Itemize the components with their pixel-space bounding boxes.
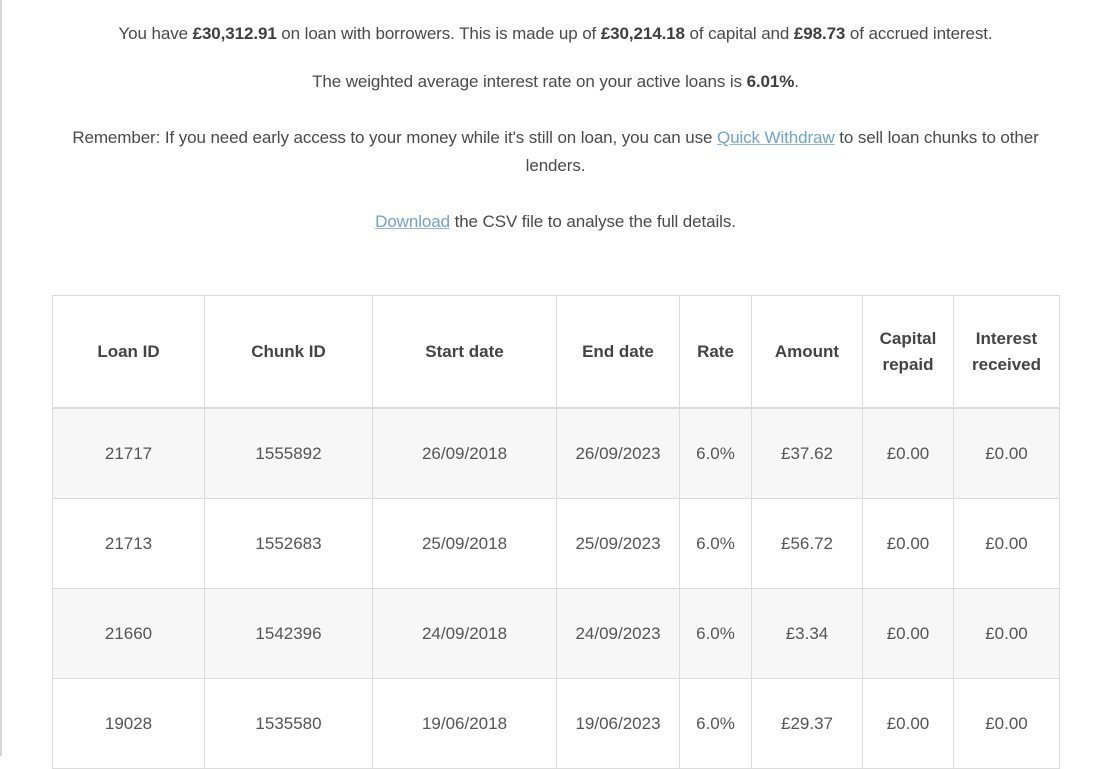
summary-text: of accrued interest. bbox=[845, 24, 993, 43]
cell-capital-repaid: £0.00 bbox=[862, 498, 954, 589]
page-left-border bbox=[0, 0, 2, 756]
cell-loan-id: 19028 bbox=[52, 678, 205, 769]
header-capital-repaid[interactable]: Capital repaid bbox=[862, 295, 954, 409]
accrued-interest-value: £98.73 bbox=[793, 24, 846, 43]
cell-interest-received: £0.00 bbox=[953, 588, 1060, 679]
cell-rate: 6.0% bbox=[679, 407, 752, 499]
cell-amount: £37.62 bbox=[751, 407, 863, 499]
summary-text: You have bbox=[118, 24, 193, 43]
summary-text: on loan with borrowers. This is made up … bbox=[276, 24, 601, 43]
cell-start-date: 24/09/2018 bbox=[372, 588, 557, 679]
quick-withdraw-reminder: Remember: If you need early access to yo… bbox=[44, 124, 1067, 180]
header-chunk-id[interactable]: Chunk ID bbox=[204, 295, 373, 409]
cell-interest-received: £0.00 bbox=[953, 678, 1060, 769]
csv-download-note: Download the CSV file to analyse the ful… bbox=[52, 208, 1059, 236]
cell-rate: 6.0% bbox=[679, 678, 752, 769]
cell-chunk-id: 1535580 bbox=[204, 678, 373, 769]
cell-loan-id: 21713 bbox=[52, 498, 205, 589]
quick-withdraw-link[interactable]: Quick Withdraw bbox=[717, 128, 835, 147]
rate-text: The weighted average interest rate on yo… bbox=[312, 72, 747, 91]
table-row: 21713 1552683 25/09/2018 25/09/2023 6.0%… bbox=[52, 498, 1060, 589]
header-interest-received[interactable]: Interest received bbox=[953, 295, 1060, 409]
cell-chunk-id: 1555892 bbox=[204, 407, 373, 499]
cell-capital-repaid: £0.00 bbox=[862, 678, 954, 769]
cell-start-date: 25/09/2018 bbox=[372, 498, 557, 589]
summary-text: of capital and bbox=[684, 24, 794, 43]
reminder-text: Remember: If you need early access to yo… bbox=[72, 128, 717, 147]
cell-amount: £56.72 bbox=[751, 498, 863, 589]
cell-end-date: 26/09/2023 bbox=[556, 407, 680, 499]
header-start-date[interactable]: Start date bbox=[372, 295, 557, 409]
capital-value: £30,214.18 bbox=[600, 24, 685, 43]
cell-end-date: 24/09/2023 bbox=[556, 588, 680, 679]
loans-table: Loan ID Chunk ID Start date End date Rat… bbox=[52, 295, 1060, 769]
cell-capital-repaid: £0.00 bbox=[862, 588, 954, 679]
cell-loan-id: 21660 bbox=[52, 588, 205, 679]
cell-loan-id: 21717 bbox=[52, 407, 205, 499]
weighted-rate-value: 6.01% bbox=[746, 72, 795, 91]
cell-chunk-id: 1542396 bbox=[204, 588, 373, 679]
cell-start-date: 26/09/2018 bbox=[372, 407, 557, 499]
header-amount[interactable]: Amount bbox=[751, 295, 863, 409]
rate-text: . bbox=[794, 72, 799, 91]
cell-rate: 6.0% bbox=[679, 588, 752, 679]
weighted-rate-summary: The weighted average interest rate on yo… bbox=[52, 68, 1059, 96]
total-on-loan-value: £30,312.91 bbox=[192, 24, 277, 43]
loan-total-summary: You have £30,312.91 on loan with borrowe… bbox=[52, 20, 1059, 48]
table-row: 21660 1542396 24/09/2018 24/09/2023 6.0%… bbox=[52, 588, 1060, 679]
header-loan-id[interactable]: Loan ID bbox=[52, 295, 205, 409]
cell-end-date: 19/06/2023 bbox=[556, 678, 680, 769]
table-row: 19028 1535580 19/06/2018 19/06/2023 6.0%… bbox=[52, 678, 1060, 769]
cell-interest-received: £0.00 bbox=[953, 498, 1060, 589]
cell-end-date: 25/09/2023 bbox=[556, 498, 680, 589]
table-header-row: Loan ID Chunk ID Start date End date Rat… bbox=[52, 295, 1060, 409]
download-csv-link[interactable]: Download bbox=[375, 212, 450, 231]
cell-amount: £29.37 bbox=[751, 678, 863, 769]
download-text: the CSV file to analyse the full details… bbox=[449, 212, 736, 231]
cell-chunk-id: 1552683 bbox=[204, 498, 373, 589]
cell-capital-repaid: £0.00 bbox=[862, 407, 954, 499]
cell-amount: £3.34 bbox=[751, 588, 863, 679]
header-end-date[interactable]: End date bbox=[556, 295, 680, 409]
cell-start-date: 19/06/2018 bbox=[372, 678, 557, 769]
cell-interest-received: £0.00 bbox=[953, 407, 1060, 499]
cell-rate: 6.0% bbox=[679, 498, 752, 589]
header-rate[interactable]: Rate bbox=[679, 295, 752, 409]
table-row: 21717 1555892 26/09/2018 26/09/2023 6.0%… bbox=[52, 407, 1060, 499]
